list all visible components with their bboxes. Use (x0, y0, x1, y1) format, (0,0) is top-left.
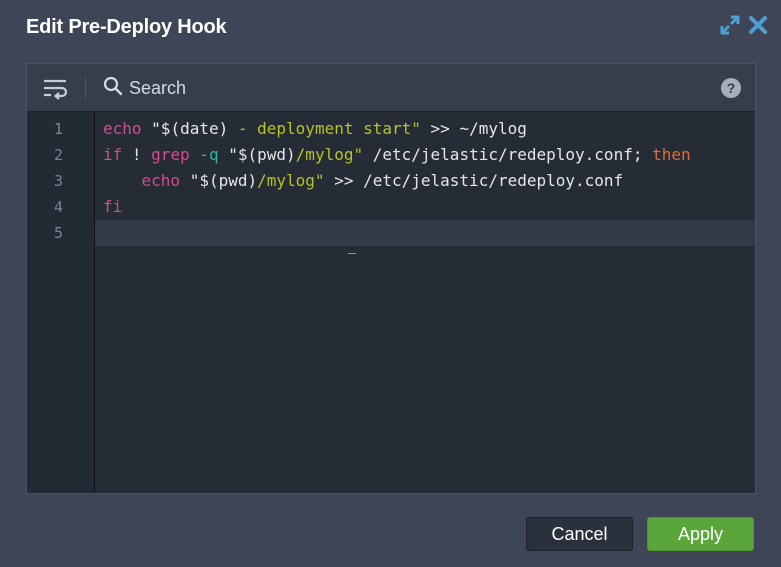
code-line: if ! grep -q "$(pwd)/mylog" /etc/jelasti… (103, 142, 691, 168)
word-wrap-button[interactable] (41, 76, 69, 100)
code-token: fi (103, 197, 123, 216)
edit-hook-dialog: Edit Pre-Deploy Hook Search ? 1 2 3 4 5 … (0, 0, 781, 567)
code-token: "$(date) (151, 119, 238, 138)
line-number: 5 (53, 224, 63, 242)
search-label: Search (129, 77, 187, 98)
code-token: "$(pwd) (218, 145, 296, 164)
dialog-title-bar: Edit Pre-Deploy Hook (0, 0, 781, 58)
line-number: 1 (53, 120, 63, 138)
line-number: 4 (53, 198, 63, 216)
close-icon[interactable] (747, 14, 769, 36)
text-cursor-marker (348, 253, 356, 254)
cancel-button[interactable]: Cancel (526, 517, 633, 551)
expand-icon[interactable] (719, 14, 741, 36)
code-token: >> /etc/jelastic/redeploy.conf (324, 171, 624, 190)
code-token: grep (151, 145, 190, 164)
code-token: if (103, 145, 123, 164)
code-token: -q (199, 145, 219, 164)
code-token: >> ~/mylog (420, 119, 527, 138)
line-number: 3 (53, 172, 63, 190)
word-wrap-icon (41, 79, 69, 104)
search-icon (103, 76, 123, 101)
help-icon[interactable]: ? (721, 78, 741, 98)
search-button[interactable]: Search (103, 76, 186, 100)
code-editor: Search ? 1 2 3 4 5 echo "$(date) - deplo… (26, 63, 756, 494)
line-number: 2 (53, 146, 63, 164)
title-icons (719, 14, 769, 36)
toolbar-separator (85, 78, 86, 98)
editor-toolbar: Search ? (27, 64, 755, 112)
code-token: then (652, 145, 691, 164)
code-token: /mylog" (257, 171, 325, 190)
code-line: echo "$(date) - deployment start" >> ~/m… (103, 116, 527, 142)
code-token: ! (122, 145, 152, 164)
code-token: - deployment start" (237, 119, 421, 138)
code-line: echo "$(pwd)/mylog" >> /etc/jelastic/red… (103, 168, 624, 194)
dialog-title: Edit Pre-Deploy Hook (26, 16, 227, 38)
code-area[interactable]: 1 2 3 4 5 echo "$(date) - deployment sta… (27, 112, 755, 493)
code-line: fi (103, 194, 122, 220)
code-token: "$(pwd) (180, 171, 258, 190)
apply-button[interactable]: Apply (647, 517, 754, 551)
code-token: echo (103, 119, 142, 138)
code-token: /etc/jelastic/redeploy.conf; (363, 145, 653, 164)
active-line-highlight (71, 220, 755, 246)
code-token: /mylog" (295, 145, 364, 164)
code-token: echo (141, 171, 181, 190)
line-number-gutter: 1 2 3 4 5 (27, 112, 95, 493)
